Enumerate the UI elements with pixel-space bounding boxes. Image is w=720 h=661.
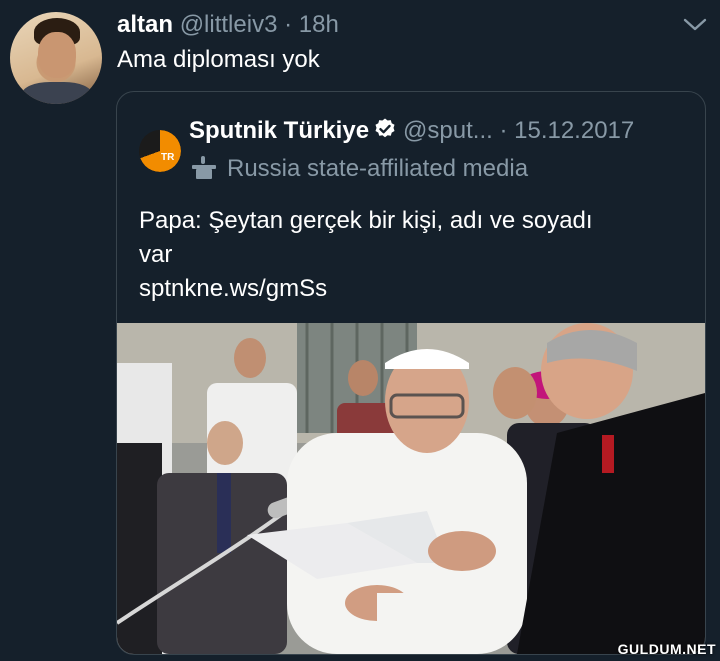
separator: · [284, 11, 293, 38]
quoted-tweet-header: Sputnik Türkiye @sput... · 15.12.2017 [189, 116, 634, 146]
user-avatar[interactable] [10, 12, 102, 104]
tweet-time[interactable]: 18h [299, 11, 339, 38]
quoted-tweet-text: Papa: Şeytan gerçek bir kişi, adı ve soy… [139, 204, 679, 306]
author-handle[interactable]: @littleiv3 [180, 11, 278, 38]
news-photo[interactable] [117, 323, 705, 654]
quoted-tweet-card[interactable]: TR Sputnik Türkiye @sput... · 15.12.2017… [116, 91, 706, 655]
quoted-author-handle[interactable]: @sput... [403, 117, 493, 144]
watermark: GULDUM.NET [617, 641, 716, 657]
chevron-down-icon[interactable] [682, 14, 708, 34]
avatar-shirt [22, 82, 92, 104]
state-media-text: Russia state-affiliated media [227, 155, 529, 182]
tweet-header: altan @littleiv3 · 18h [117, 10, 339, 40]
podium-icon [192, 156, 216, 179]
quoted-tweet-date[interactable]: 15.12.2017 [514, 117, 634, 144]
sputnik-logo-icon [139, 130, 181, 172]
quoted-author-name[interactable]: Sputnik Türkiye [189, 117, 369, 144]
avatar-face [38, 32, 76, 78]
separator: · [499, 117, 508, 144]
avatar-badge: TR [161, 152, 175, 163]
tweet-text: Ama diploması yok [117, 46, 320, 73]
quoted-text-line: var [139, 241, 173, 268]
state-media-label[interactable]: Russia state-affiliated media [189, 154, 528, 184]
sputnik-avatar[interactable]: TR [139, 130, 181, 172]
verified-badge-icon [375, 118, 395, 138]
quoted-tweet-link[interactable]: sptnkne.ws/gmSs [139, 272, 679, 306]
quoted-text-line: Papa: Şeytan gerçek bir kişi, adı ve soy… [139, 207, 593, 234]
author-name[interactable]: altan [117, 11, 173, 38]
